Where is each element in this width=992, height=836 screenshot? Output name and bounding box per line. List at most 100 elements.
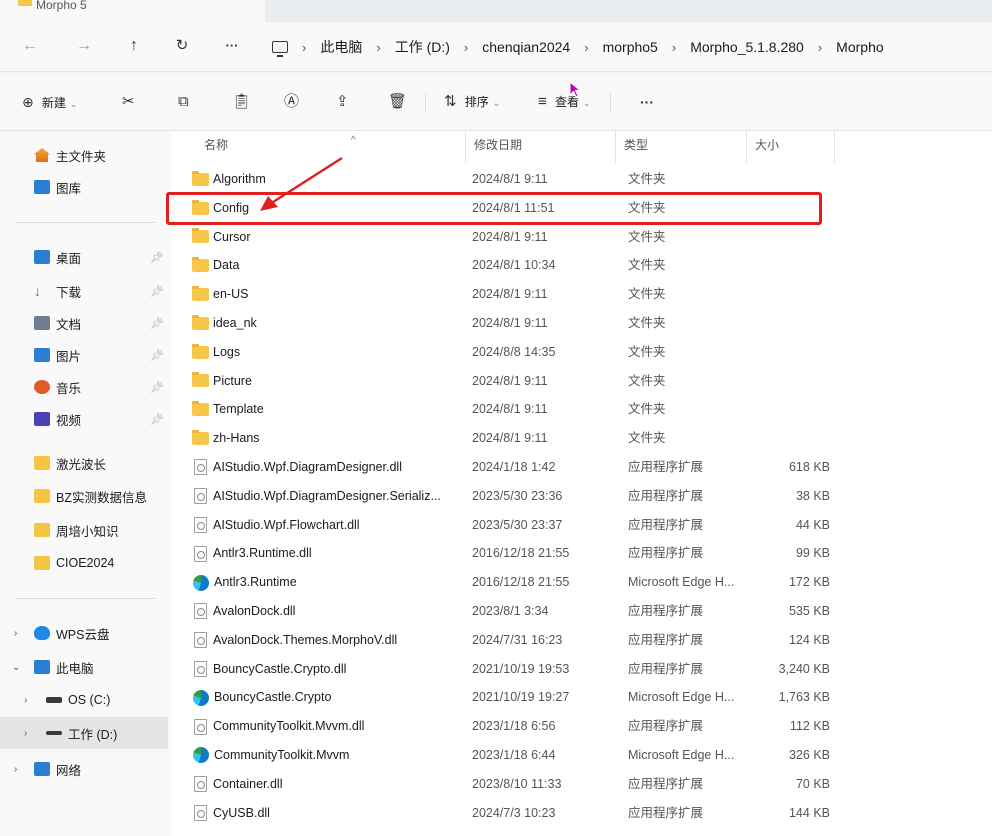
- chevron-right-icon[interactable]: ›: [14, 764, 17, 775]
- rename-icon[interactable]: Ⓐ: [284, 93, 299, 111]
- file-type-cell: Microsoft Edge H...: [628, 690, 735, 705]
- folder-row[interactable]: Picture 2024/8/1 9:11 文件夹: [172, 367, 992, 396]
- sidebar-item-folder[interactable]: CIOE2024: [0, 549, 172, 577]
- chevron-down-icon[interactable]: ⌄: [12, 662, 20, 673]
- file-row[interactable]: AIStudio.Wpf.DiagramDesigner.dll 2024/1/1…: [172, 453, 992, 482]
- file-row[interactable]: CommunityToolkit.Mvvm.dll 2023/1/18 6:56 应…: [172, 712, 992, 741]
- file-row[interactable]: CommunityToolkit.Mvvm 2023/1/18 6:44 Micro…: [172, 741, 992, 770]
- chevron-right-icon[interactable]: ›: [584, 40, 588, 55]
- chevron-right-icon[interactable]: ›: [376, 40, 380, 55]
- file-row[interactable]: BouncyCastle.Crypto.dll 2021/10/19 19:53 应…: [172, 655, 992, 684]
- pin-icon[interactable]: 📌︎: [150, 349, 164, 362]
- breadcrumb-morpho5[interactable]: morpho5: [603, 39, 658, 55]
- folder-row[interactable]: Logs 2024/8/8 14:35 文件夹: [172, 338, 992, 367]
- file-date-cell: 2021/10/19 19:53: [472, 661, 570, 676]
- forward-icon[interactable]: →: [72, 36, 96, 56]
- file-row[interactable]: AIStudio.Wpf.Flowchart.dll 2023/5/30 23:3…: [172, 511, 992, 540]
- pin-icon[interactable]: 📌︎: [150, 251, 164, 264]
- view-icon: ≡: [538, 93, 547, 110]
- breadcrumb-this-pc[interactable]: 此电脑: [320, 37, 362, 57]
- sidebar-item-home[interactable]: 主文件夹: [0, 141, 172, 169]
- dll-file-icon: [194, 804, 207, 821]
- edge-html-icon: [193, 574, 209, 591]
- more-options-icon[interactable]: ···: [640, 93, 654, 111]
- file-row[interactable]: CyUSB.dll 2024/7/3 10:23 应用程序扩展 144 KB: [172, 799, 992, 828]
- sidebar-item-folder[interactable]: 周培小知识: [0, 516, 172, 544]
- file-type-cell: Microsoft Edge H...: [628, 748, 735, 762]
- sidebar-item-drive-d[interactable]: › 工作 (D:): [0, 717, 168, 749]
- breadcrumb-morpho[interactable]: Morpho: [836, 39, 883, 55]
- sidebar-item-desktop[interactable]: 桌面 📌︎: [0, 243, 172, 271]
- pin-icon[interactable]: 📌︎: [150, 285, 164, 298]
- file-name-cell: Template: [192, 395, 472, 424]
- file-name: en-US: [213, 287, 249, 302]
- paste-icon[interactable]: 📋︎: [232, 93, 251, 111]
- sidebar-item-music[interactable]: 音乐 📌︎: [0, 373, 172, 401]
- sort-label: 排序: [464, 95, 489, 109]
- sidebar-item-documents[interactable]: 文档 📌︎: [0, 309, 172, 337]
- file-name: Container.dll: [213, 776, 283, 791]
- sidebar-item-pictures[interactable]: 图片 📌︎: [0, 341, 172, 369]
- file-row[interactable]: Antlr3.Runtime 2016/12/18 21:55 Microsoft …: [172, 568, 992, 597]
- folder-row[interactable]: Algorithm 2024/8/1 9:11 文件夹: [172, 165, 992, 194]
- sidebar-item-folder[interactable]: 激光波长: [0, 449, 172, 477]
- delete-icon[interactable]: 🗑︎: [388, 93, 407, 111]
- file-row[interactable]: Antlr3.Runtime.dll 2016/12/18 21:55 应用程序扩展…: [172, 539, 992, 568]
- copy-icon[interactable]: ⧉: [178, 93, 189, 111]
- column-header-label: 修改日期: [474, 138, 523, 152]
- folder-row[interactable]: Cursor 2024/8/1 9:11 文件夹: [172, 223, 992, 252]
- folder-row[interactable]: Data 2024/8/1 10:34 文件夹: [172, 251, 992, 280]
- sidebar-item-this-pc[interactable]: ⌄ 此电脑: [0, 653, 172, 681]
- folder-icon: [192, 401, 209, 417]
- file-row[interactable]: AvalonDock.dll 2023/8/1 3:34 应用程序扩展 535 KB: [172, 597, 992, 626]
- folder-row[interactable]: idea_nk 2024/8/1 9:11 文件夹: [172, 309, 992, 338]
- column-header-name[interactable]: 名称 ^: [196, 131, 466, 163]
- chevron-right-icon[interactable]: ›: [464, 40, 468, 55]
- sort-button[interactable]: ⇅ 排序 ⌄: [444, 93, 500, 112]
- back-icon[interactable]: ←: [18, 36, 42, 56]
- cut-icon[interactable]: ✂: [122, 93, 135, 111]
- breadcrumb-drive-d[interactable]: 工作 (D:): [395, 37, 450, 57]
- sidebar-item-folder[interactable]: BZ实测数据信息: [0, 482, 172, 510]
- sidebar-item-drive-c[interactable]: › OS (C:): [0, 686, 172, 714]
- file-name: AvalonDock.Themes.MorphoV.dll: [213, 632, 398, 647]
- chevron-right-icon[interactable]: ›: [24, 728, 27, 739]
- refresh-icon[interactable]: ↻: [170, 36, 194, 56]
- column-header-type[interactable]: 类型: [616, 131, 747, 163]
- folder-row[interactable]: Template 2024/8/1 9:11 文件夹: [172, 395, 992, 424]
- sidebar-item-network[interactable]: › 网络: [0, 755, 172, 783]
- folder-row[interactable]: zh-Hans 2024/8/1 9:11 文件夹: [172, 424, 992, 453]
- breadcrumb-chenqian2024[interactable]: chenqian2024: [482, 39, 570, 55]
- file-size-cell: 535 KB: [788, 604, 830, 618]
- file-row[interactable]: BouncyCastle.Crypto 2021/10/19 19:27 Micro…: [172, 683, 992, 712]
- sidebar-item-label: 工作 (D:): [68, 727, 118, 742]
- column-header-date[interactable]: 修改日期: [466, 131, 616, 163]
- pin-icon[interactable]: 📌︎: [150, 413, 164, 426]
- chevron-right-icon[interactable]: ›: [672, 40, 676, 55]
- chevron-right-icon[interactable]: ›: [24, 695, 27, 706]
- folder-row[interactable]: en-US 2024/8/1 9:11 文件夹: [172, 280, 992, 309]
- chevron-right-icon[interactable]: ›: [818, 40, 822, 55]
- chevron-right-icon[interactable]: ›: [14, 628, 17, 639]
- file-row[interactable]: AvalonDock.Themes.MorphoV.dll 2024/7/31 1…: [172, 626, 992, 655]
- more-locations-icon[interactable]: ···: [220, 36, 244, 56]
- pin-icon[interactable]: 📌︎: [150, 317, 164, 330]
- up-icon[interactable]: ↑: [122, 36, 146, 56]
- file-type-cell: 文件夹: [628, 316, 666, 330]
- new-tab-button[interactable]: [280, 2, 292, 4]
- breadcrumb-morpho-version[interactable]: Morpho_5.1.8.280: [690, 39, 804, 55]
- share-icon[interactable]: ⇪: [336, 93, 349, 111]
- new-button[interactable]: ⊕ 新建 ⌄: [22, 93, 77, 113]
- file-row[interactable]: AIStudio.Wpf.DiagramDesigner.Serializ...…: [172, 482, 992, 511]
- file-name: Template: [213, 402, 264, 417]
- pin-icon[interactable]: 📌︎: [150, 381, 164, 394]
- sidebar-item-wps[interactable]: › WPS云盘: [0, 619, 172, 647]
- file-date-cell: 2024/7/31 16:23: [472, 632, 563, 647]
- file-row[interactable]: Container.dll 2023/8/10 11:33 应用程序扩展 70 KB: [172, 770, 992, 799]
- sidebar-item-gallery[interactable]: 图库: [0, 173, 172, 201]
- sidebar-item-downloads[interactable]: ↓ 下载 📌︎: [0, 277, 172, 305]
- chevron-right-icon[interactable]: ›: [302, 40, 306, 55]
- tab-morpho[interactable]: Morpho 5: [0, 0, 265, 22]
- column-header-size[interactable]: 大小: [747, 131, 835, 163]
- sidebar-item-videos[interactable]: 视频 📌︎: [0, 405, 172, 433]
